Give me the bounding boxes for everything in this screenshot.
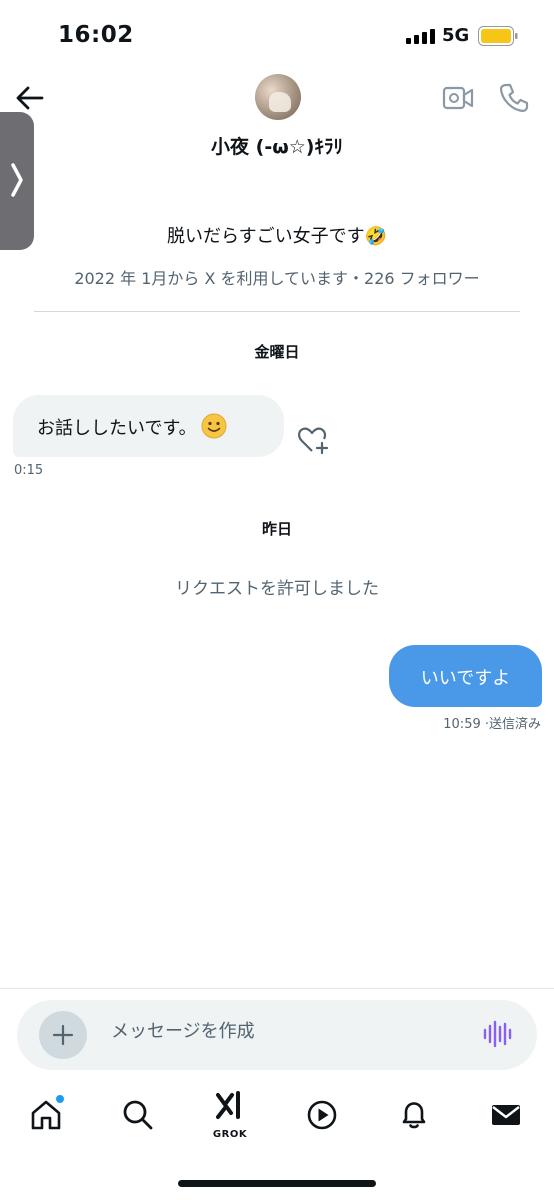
play-icon bbox=[307, 1100, 337, 1130]
signal-icon bbox=[406, 29, 435, 44]
attach-button[interactable] bbox=[39, 1011, 87, 1059]
plus-icon bbox=[52, 1024, 74, 1046]
divider bbox=[34, 311, 520, 312]
tab-messages[interactable] bbox=[476, 1085, 536, 1145]
search-icon bbox=[123, 1100, 153, 1130]
add-reaction-icon[interactable] bbox=[296, 424, 330, 456]
incoming-message-time: 0:15 bbox=[14, 463, 44, 478]
tab-home[interactable] bbox=[16, 1085, 76, 1145]
battery-icon bbox=[478, 26, 518, 46]
tab-notifications[interactable] bbox=[384, 1085, 444, 1145]
tab-video[interactable] bbox=[292, 1085, 352, 1145]
tab-grok[interactable]: GROK bbox=[200, 1085, 260, 1145]
conversation-user-name[interactable]: 小夜 (-ω☆)ｷﾗﾘ bbox=[0, 132, 554, 159]
outgoing-message-bubble[interactable]: いいですよ bbox=[389, 645, 542, 707]
outgoing-message-text: いいですよ bbox=[420, 668, 511, 689]
video-call-icon[interactable] bbox=[442, 84, 474, 112]
profile-bio: 脱いだらすごい女子です🤣 bbox=[166, 226, 388, 247]
day-separator: 金曜日 bbox=[254, 343, 300, 361]
avatar[interactable] bbox=[255, 74, 301, 120]
status-bar: 16:02 5G bbox=[0, 0, 554, 70]
bottom-tab-bar: GROK bbox=[0, 1085, 554, 1155]
message-input[interactable] bbox=[111, 1021, 451, 1042]
home-indicator bbox=[178, 1180, 376, 1187]
bell-icon bbox=[402, 1102, 426, 1129]
network-type: 5G bbox=[442, 25, 470, 46]
back-arrow-icon[interactable] bbox=[14, 84, 46, 112]
home-icon bbox=[31, 1100, 61, 1130]
message-composer bbox=[17, 1000, 537, 1070]
outgoing-message-status: 10:59 ·送信済み bbox=[443, 717, 541, 732]
grok-label: GROK bbox=[212, 1129, 248, 1140]
incoming-message-text: お話ししたいです。 bbox=[37, 418, 197, 439]
tab-search[interactable] bbox=[108, 1085, 168, 1145]
voice-icon[interactable] bbox=[481, 1018, 513, 1050]
day-separator: 昨日 bbox=[261, 520, 292, 538]
smiling-face-icon bbox=[201, 413, 227, 439]
conversation-header: 小夜 (-ω☆)ｷﾗﾘ bbox=[0, 70, 554, 170]
grok-icon bbox=[216, 1091, 240, 1119]
incoming-message-bubble[interactable]: お話ししたいです。 bbox=[13, 395, 284, 457]
phone-icon[interactable] bbox=[498, 82, 530, 114]
mail-icon bbox=[492, 1105, 520, 1125]
request-accepted-note: リクエストを許可しました bbox=[175, 579, 379, 599]
profile-joined-info: 2022 年 1月から X を利用しています・226 フォロワー bbox=[74, 269, 480, 288]
notification-dot bbox=[55, 1094, 65, 1104]
divider bbox=[0, 988, 554, 989]
status-time: 16:02 bbox=[58, 22, 134, 48]
